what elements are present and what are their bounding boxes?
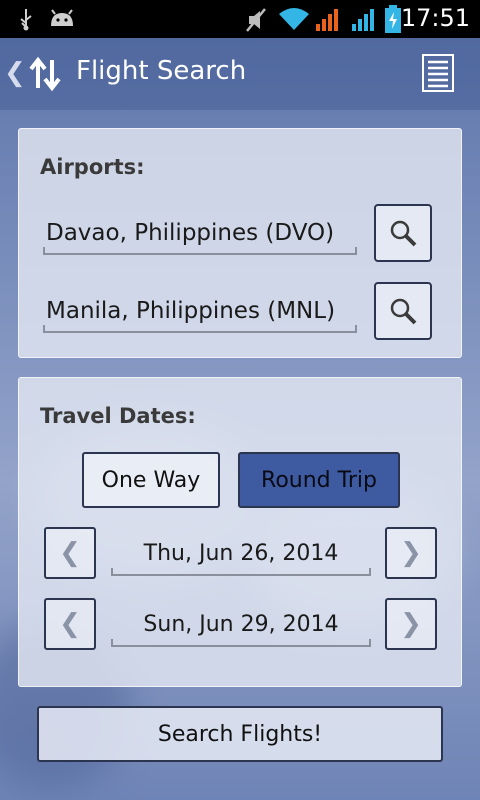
- action-bar: ❮ Flight Search: [0, 38, 480, 110]
- clock: 17:51: [400, 4, 470, 32]
- return-prev-button[interactable]: ❮: [44, 598, 96, 650]
- departure-prev-button[interactable]: ❮: [44, 527, 96, 579]
- battery-icon: [385, 5, 401, 33]
- back-caret-icon[interactable]: ❮: [4, 58, 26, 88]
- page-title: Flight Search: [76, 56, 247, 86]
- return-date-field[interactable]: Sun, Jun 29, 2014: [111, 607, 371, 647]
- departure-next-button[interactable]: ❯: [385, 527, 437, 579]
- one-way-button[interactable]: One Way: [82, 452, 220, 508]
- round-trip-button[interactable]: Round Trip: [238, 452, 400, 508]
- search-icon: [390, 298, 417, 325]
- destination-airport-field[interactable]: Manila, Philippines (MNL): [43, 293, 357, 333]
- usb-icon: [20, 9, 32, 31]
- travel-dates-heading: Travel Dates:: [40, 404, 196, 428]
- android-icon: [51, 9, 73, 26]
- signal-icon: [352, 9, 374, 31]
- departure-date-field[interactable]: Thu, Jun 26, 2014: [111, 536, 371, 576]
- origin-airport-field[interactable]: Davao, Philippines (DVO): [43, 215, 357, 255]
- airports-panel: Airports: Davao, Philippines (DVO) Manil…: [18, 128, 462, 358]
- return-next-button[interactable]: ❯: [385, 598, 437, 650]
- wifi-icon: [279, 8, 309, 30]
- search-flights-button[interactable]: Search Flights!: [37, 706, 443, 762]
- destination-search-button[interactable]: [374, 282, 432, 340]
- swap-arrows-icon[interactable]: [28, 54, 62, 94]
- status-bar: 17:51: [0, 0, 480, 38]
- travel-dates-panel: Travel Dates: One Way Round Trip ❮ Thu, …: [18, 377, 462, 687]
- airports-heading: Airports:: [40, 155, 145, 179]
- origin-search-button[interactable]: [374, 204, 432, 262]
- signal-icon: [316, 9, 338, 31]
- menu-icon[interactable]: [422, 54, 454, 92]
- mute-icon: [246, 8, 266, 32]
- search-icon: [390, 220, 417, 247]
